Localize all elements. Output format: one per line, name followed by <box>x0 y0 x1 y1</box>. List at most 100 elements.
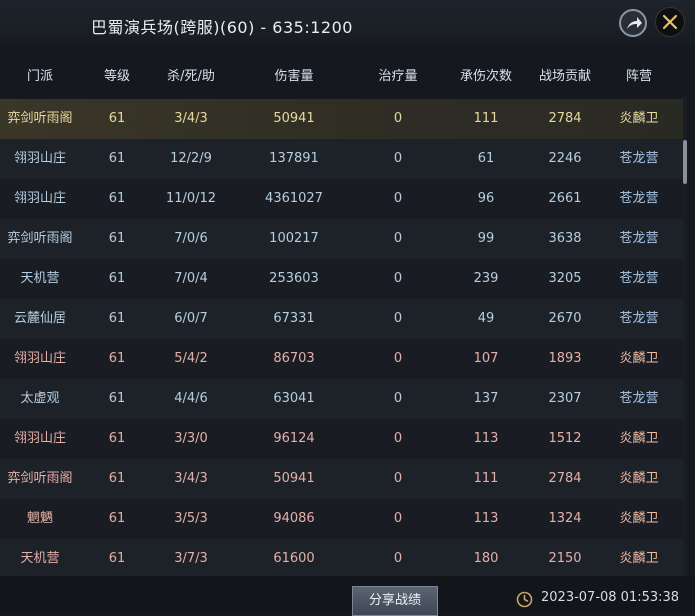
kda-cell: 6/0/7 <box>174 311 208 326</box>
share-record-button[interactable]: 分享战绩 <box>352 586 438 616</box>
faction-cell: 炎麟卫 <box>619 431 659 446</box>
heal-cell: 0 <box>393 311 403 326</box>
faction-cell: 炎麟卫 <box>619 351 659 366</box>
heal-cell: 0 <box>393 191 403 206</box>
table-row[interactable]: 云麓仙居 61 6/0/7 67331 0 49 2670 苍龙营 <box>0 299 683 339</box>
contribution-cell: 2670 <box>548 311 582 326</box>
contribution-cell: 1512 <box>548 431 582 446</box>
kda-cell: 4/4/6 <box>174 391 208 406</box>
hits-taken-cell: 111 <box>473 471 499 486</box>
sect-cell: 天机营 <box>20 551 60 566</box>
damage-cell: 253603 <box>269 271 319 286</box>
heal-cell: 0 <box>393 111 403 126</box>
column-header-faction: 阵营 <box>625 69 653 84</box>
contribution-cell: 2784 <box>548 111 582 126</box>
column-header-level: 等级 <box>103 69 131 84</box>
contribution-cell: 3638 <box>548 231 582 246</box>
table-row[interactable]: 弈剑听雨阁 61 3/4/3 50941 0 111 2784 炎麟卫 <box>0 459 683 499</box>
scrollbar[interactable] <box>683 96 687 576</box>
sect-cell: 翎羽山庄 <box>13 351 67 366</box>
hits-taken-cell: 61 <box>477 151 495 166</box>
faction-cell: 炎麟卫 <box>619 111 659 126</box>
heal-cell: 0 <box>393 231 403 246</box>
kda-cell: 7/0/6 <box>174 231 208 246</box>
timestamp: 2023-07-08 01:53:38 <box>541 590 680 605</box>
heal-cell: 0 <box>393 151 403 166</box>
table-row[interactable]: 弈剑听雨阁 61 7/0/6 100217 0 99 3638 苍龙营 <box>0 219 683 259</box>
table-row[interactable]: 翎羽山庄 61 11/0/12 4361027 0 96 2661 苍龙营 <box>0 179 683 219</box>
level-cell: 61 <box>108 511 126 526</box>
heal-cell: 0 <box>393 391 403 406</box>
sect-cell: 翎羽山庄 <box>13 151 67 166</box>
damage-cell: 100217 <box>269 231 319 246</box>
contribution-cell: 2661 <box>548 191 582 206</box>
hits-taken-cell: 49 <box>477 311 495 326</box>
faction-cell: 苍龙营 <box>619 271 659 286</box>
level-cell: 61 <box>108 431 126 446</box>
table-row[interactable]: 天机营 61 3/7/3 61600 0 180 2150 炎麟卫 <box>0 539 683 579</box>
level-cell: 61 <box>108 351 126 366</box>
heal-cell: 0 <box>393 471 403 486</box>
kda-cell: 12/2/9 <box>170 151 212 166</box>
hits-taken-cell: 180 <box>473 551 499 566</box>
hits-taken-cell: 96 <box>477 191 495 206</box>
hits-taken-cell: 113 <box>473 431 499 446</box>
faction-cell: 苍龙营 <box>619 391 659 406</box>
hits-taken-cell: 113 <box>473 511 499 526</box>
sect-cell: 魍魉 <box>26 511 54 526</box>
sect-cell: 翎羽山庄 <box>13 191 67 206</box>
table-row[interactable]: 太虚观 61 4/4/6 63041 0 137 2307 苍龙营 <box>0 379 683 419</box>
damage-cell: 50941 <box>273 111 315 126</box>
hits-taken-cell: 99 <box>477 231 495 246</box>
level-cell: 61 <box>108 231 126 246</box>
hits-taken-cell: 111 <box>473 111 499 126</box>
damage-cell: 137891 <box>269 151 319 166</box>
heal-cell: 0 <box>393 511 403 526</box>
contribution-cell: 2246 <box>548 151 582 166</box>
damage-cell: 86703 <box>273 351 315 366</box>
table-header: 门派 等级 杀/死/助 伤害量 治疗量 承伤次数 战场贡献 阵营 <box>0 58 683 96</box>
faction-cell: 苍龙营 <box>619 231 659 246</box>
table-row[interactable]: 魍魉 61 3/5/3 94086 0 113 1324 炎麟卫 <box>0 499 683 539</box>
table-row[interactable]: 翎羽山庄 61 3/3/0 96124 0 113 1512 炎麟卫 <box>0 419 683 459</box>
kda-cell: 3/4/3 <box>174 471 208 486</box>
column-header-sect: 门派 <box>26 69 54 84</box>
contribution-cell: 2150 <box>548 551 582 566</box>
damage-cell: 94086 <box>273 511 315 526</box>
sect-cell: 天机营 <box>20 271 60 286</box>
kda-cell: 3/7/3 <box>174 551 208 566</box>
faction-cell: 苍龙营 <box>619 191 659 206</box>
column-header-hits-taken: 承伤次数 <box>459 69 513 84</box>
level-cell: 61 <box>108 271 126 286</box>
clock-icon <box>516 591 533 608</box>
close-icon <box>662 14 678 30</box>
damage-cell: 63041 <box>273 391 315 406</box>
faction-cell: 炎麟卫 <box>619 551 659 566</box>
table-row[interactable]: 翎羽山庄 61 5/4/2 86703 0 107 1893 炎麟卫 <box>0 339 683 379</box>
heal-cell: 0 <box>393 271 403 286</box>
kda-cell: 5/4/2 <box>174 351 208 366</box>
table-row[interactable]: 翎羽山庄 61 12/2/9 137891 0 61 2246 苍龙营 <box>0 139 683 179</box>
kda-cell: 11/0/12 <box>165 191 217 206</box>
hits-taken-cell: 137 <box>473 391 499 406</box>
heal-cell: 0 <box>393 431 403 446</box>
damage-cell: 50941 <box>273 471 315 486</box>
faction-cell: 炎麟卫 <box>619 511 659 526</box>
contribution-cell: 1893 <box>548 351 582 366</box>
faction-cell: 苍龙营 <box>619 151 659 166</box>
table-row[interactable]: 天机营 61 7/0/4 253603 0 239 3205 苍龙营 <box>0 259 683 299</box>
table-row[interactable]: 弈剑听雨阁 61 3/4/3 50941 0 111 2784 炎麟卫 <box>0 99 683 139</box>
scroll-thumb[interactable] <box>683 140 687 184</box>
close-button[interactable] <box>655 7 685 37</box>
level-cell: 61 <box>108 311 126 326</box>
sect-cell: 太虚观 <box>20 391 60 406</box>
sect-cell: 云麓仙居 <box>13 311 67 326</box>
sect-cell: 弈剑听雨阁 <box>7 111 73 126</box>
share-button[interactable] <box>619 9 647 37</box>
kda-cell: 7/0/4 <box>174 271 208 286</box>
column-header-damage: 伤害量 <box>274 69 314 84</box>
damage-cell: 4361027 <box>265 191 323 206</box>
contribution-cell: 1324 <box>548 511 582 526</box>
faction-cell: 炎麟卫 <box>619 471 659 486</box>
sect-cell: 翎羽山庄 <box>13 431 67 446</box>
